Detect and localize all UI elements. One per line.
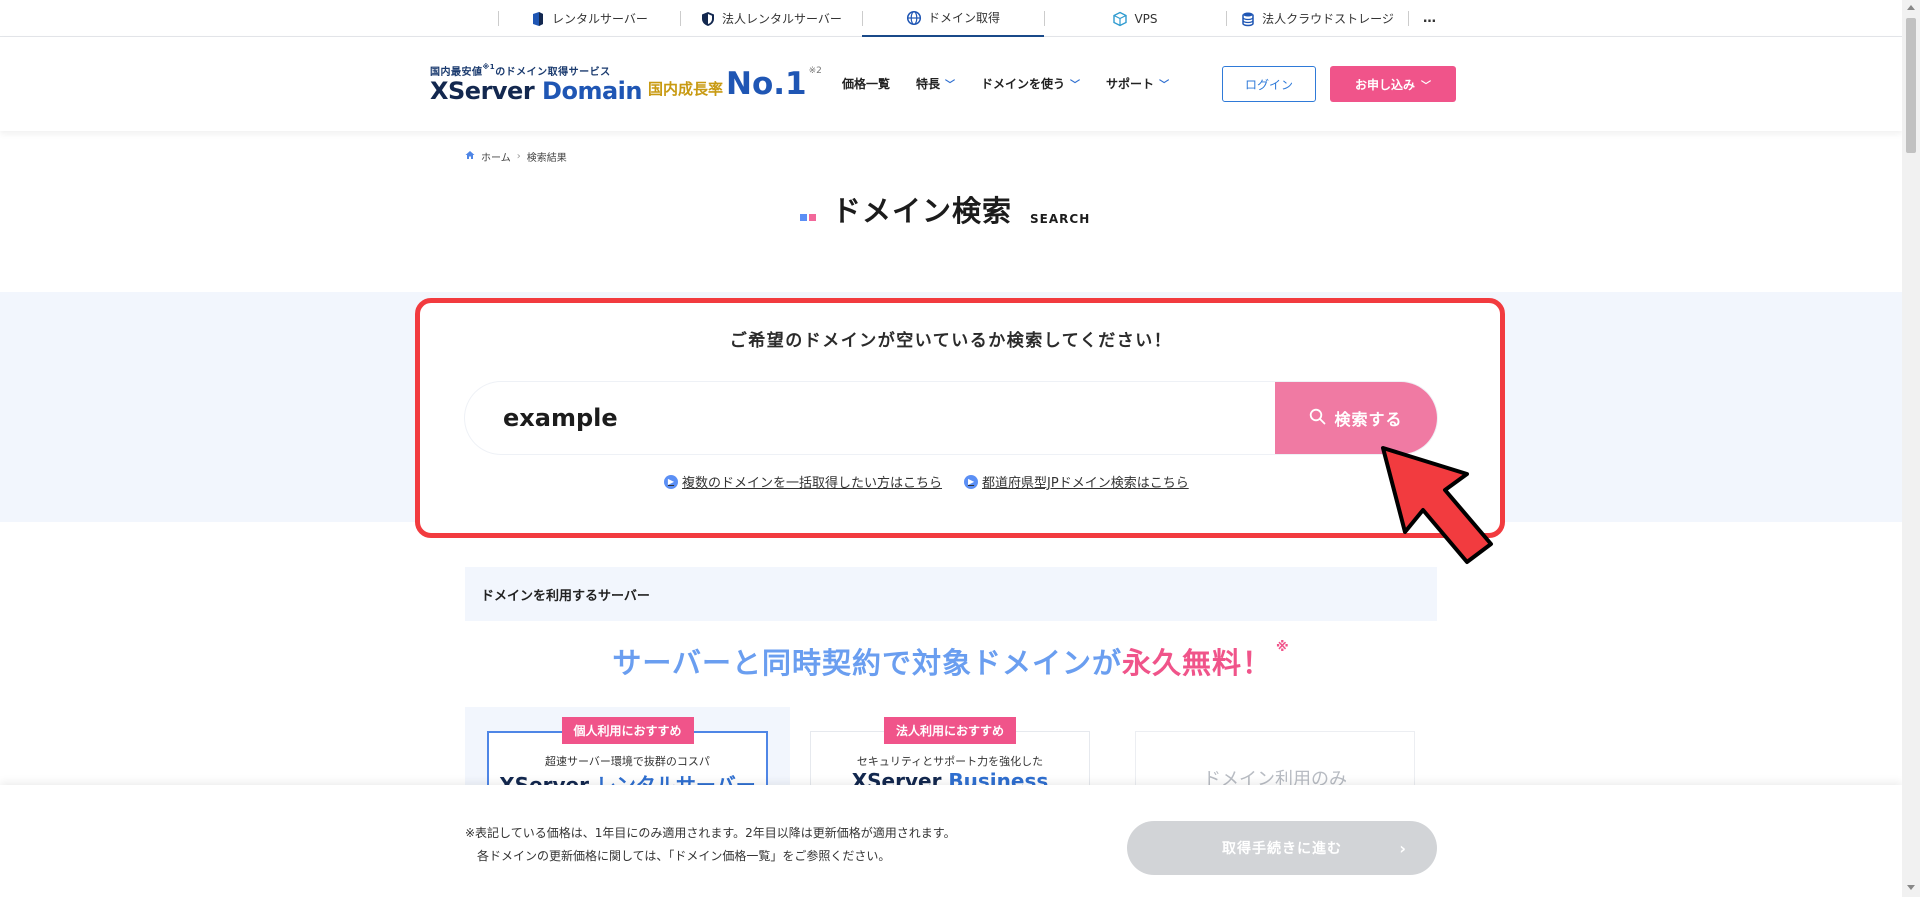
server-card-subtitle: 超速サーバー環境で抜群のコスパ xyxy=(545,755,710,768)
home-icon xyxy=(465,150,475,163)
service-item-label: レンタルサーバー xyxy=(552,12,648,26)
server-card-domain-only[interactable]: ドメイン利用のみ xyxy=(1135,707,1415,791)
service-item-rental-server[interactable]: レンタルサーバー xyxy=(498,0,680,37)
server-cards: 個人利用におすすめ 超速サーバー環境で抜群のコスパ XServer レンタルサー… xyxy=(465,707,1437,797)
footer-action-bar: ※表記している価格は、1年目にのみ適用されます。2年目以降は更新価格が適用されま… xyxy=(0,785,1902,897)
logo-tagline: 国内最安値※1のドメイン取得サービス xyxy=(430,63,611,78)
server-card-business[interactable]: 法人利用におすすめ セキュリティとサポート力を強化した XServer Busi… xyxy=(810,707,1090,793)
service-bar: レンタルサーバー 法人レンタルサーバー ドメイン取得 VPS 法人クラウドストレ… xyxy=(0,0,1902,37)
price-note: ※表記している価格は、1年目にのみ適用されます。2年目以降は更新価格が適用されま… xyxy=(465,826,956,863)
title-squares-icon xyxy=(800,210,820,230)
scroll-up-icon[interactable] xyxy=(1907,5,1915,10)
page-heading: ドメイン検索 xyxy=(832,194,1013,228)
service-item-label: VPS xyxy=(1134,11,1158,26)
breadcrumb-current: 検索結果 xyxy=(526,153,567,164)
recommend-badge: 個人利用におすすめ xyxy=(561,717,694,744)
globe-icon xyxy=(906,10,922,26)
search-lead-text: ご希望のドメインが空いているか検索してください！ xyxy=(729,331,1173,351)
breadcrumb: ホーム › 検索結果 xyxy=(465,149,567,164)
site-header: 国内最安値※1のドメイン取得サービス XServer Domain 国内成長率 … xyxy=(0,37,1902,131)
prefecture-jp-domain-link[interactable]: ▶ 都道府県型JPドメイン検索はこちら xyxy=(964,472,1189,491)
bulk-domain-link[interactable]: ▶ 複数のドメインを一括取得したい方はこちら xyxy=(664,472,942,491)
cube-icon xyxy=(1112,11,1128,27)
growth-no1-badge: 国内成長率 No.1 ※2 xyxy=(648,66,822,102)
server-card-subtitle: セキュリティとサポート力を強化した xyxy=(856,755,1044,768)
apply-button[interactable]: お申し込み ﹀ xyxy=(1330,66,1456,102)
nav-item-features[interactable]: 特長 ﹀ xyxy=(916,75,955,92)
search-links: ▶ 複数のドメインを一括取得したい方はこちら ▶ 都道府県型JPドメイン検索はこちら xyxy=(664,472,1189,491)
proceed-button[interactable]: 取得手続きに進む › xyxy=(1127,821,1437,875)
rental-server-icon xyxy=(530,11,546,27)
server-card-rental[interactable]: 個人利用におすすめ 超速サーバー環境で抜群のコスパ XServer レンタルサー… xyxy=(465,707,790,797)
logo-wordmark: XServer Domain xyxy=(430,77,642,105)
service-item-vps[interactable]: VPS xyxy=(1044,0,1226,37)
service-item-label: ドメイン取得 xyxy=(927,11,1000,25)
nav-item-price-list[interactable]: 価格一覧 xyxy=(842,75,890,92)
page-heading-en: SEARCH xyxy=(1030,212,1091,226)
service-item-cloud-storage[interactable]: 法人クラウドストレージ xyxy=(1226,0,1408,37)
chevron-right-icon: › xyxy=(516,151,521,162)
chevron-down-icon: ﹀ xyxy=(1421,80,1431,92)
page-title: ドメイン検索 SEARCH xyxy=(800,188,1090,230)
scroll-down-icon[interactable] xyxy=(1907,885,1915,890)
database-icon xyxy=(1240,11,1256,27)
search-button-label: 検索する xyxy=(1334,410,1403,429)
search-icon xyxy=(1309,408,1326,429)
login-button[interactable]: ログイン xyxy=(1222,66,1316,102)
domain-search-input[interactable] xyxy=(503,382,1283,454)
service-item-business-server[interactable]: 法人レンタルサーバー xyxy=(680,0,862,37)
service-bar-inner: レンタルサーバー 法人レンタルサーバー ドメイン取得 VPS 法人クラウドストレ… xyxy=(498,0,1436,37)
chevron-right-icon: › xyxy=(1399,838,1407,858)
server-section-heading: ドメインを利用するサーバー xyxy=(465,567,1437,621)
service-item-domain[interactable]: ドメイン取得 xyxy=(862,0,1044,37)
service-divider xyxy=(1408,0,1409,37)
page-scrollbar[interactable] xyxy=(1902,0,1920,897)
arrow-circle-icon: ▶ xyxy=(964,474,979,489)
chevron-down-icon: ﹀ xyxy=(1070,80,1081,91)
breadcrumb-home-link[interactable]: ホーム xyxy=(481,149,511,164)
service-item-label: 法人クラウドストレージ xyxy=(1262,12,1394,26)
service-item-label: 法人レンタルサーバー xyxy=(722,12,842,26)
global-nav: 価格一覧 特長 ﹀ ドメインを使う ﹀ サポート ﹀ xyxy=(842,75,1169,92)
arrow-circle-icon: ▶ xyxy=(664,474,678,489)
free-domain-promo: サーバーと同時契約で対象ドメインが永久無料！ ※ xyxy=(612,640,1290,680)
nav-item-support[interactable]: サポート ﹀ xyxy=(1106,75,1169,92)
chevron-down-icon: ﹀ xyxy=(945,80,956,91)
recommend-badge: 法人利用におすすめ xyxy=(883,717,1017,744)
red-arrow-annotation-icon xyxy=(1381,446,1493,564)
nav-item-use-domain[interactable]: ドメインを使う ﹀ xyxy=(981,75,1080,92)
shield-icon xyxy=(700,11,716,27)
scroll-thumb[interactable] xyxy=(1906,18,1916,153)
logo[interactable]: 国内最安値※1のドメイン取得サービス XServer Domain xyxy=(430,63,642,104)
chevron-down-icon: ﹀ xyxy=(1159,80,1170,91)
more-menu-button[interactable]: … xyxy=(1409,11,1436,26)
